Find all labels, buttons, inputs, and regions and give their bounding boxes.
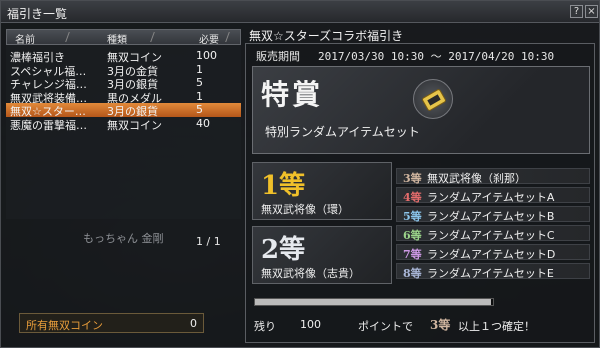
- list-header: 名前 種類 必要: [6, 29, 241, 46]
- lower-prize-item: 無双武将像（刹那）: [427, 172, 526, 185]
- lottery-list: 名前 種類 必要 濃棒福引き 無双コイン 100 スペシャル福… 3月の金貨 1 チャレンジ…: [6, 29, 241, 248]
- lower-prize-row: 6等 ランダムアイテムセットC: [396, 225, 590, 242]
- special-prize-item: 特別ランダムアイテムセット: [265, 125, 420, 139]
- lower-prize-item: ランダムアイテムセットC: [427, 229, 555, 242]
- list-row[interactable]: スペシャル福… 3月の金貨 1: [6, 62, 241, 78]
- first-prize-item: 無双武将像（環）: [261, 203, 349, 216]
- special-prize-title: 特賞: [261, 78, 324, 111]
- list-row[interactable]: 悪魔の雷撃福… 無双コイン 40: [6, 116, 241, 132]
- lower-prize-row: 5等 ランダムアイテムセットB: [396, 206, 590, 223]
- row-required: 40: [196, 116, 210, 130]
- period-value: 2017/03/30 10:30 〜 2017/04/20 10:30: [318, 50, 555, 63]
- sort-name-icon[interactable]: [65, 32, 78, 42]
- sort-required-icon[interactable]: [225, 32, 238, 42]
- lower-prize-row: 3等 無双武将像（刹那）: [396, 168, 590, 185]
- progress-bar: [254, 298, 494, 306]
- lottery-window: 福引き一覧 ? × 名前 種類 必要 濃棒福引き 無双コイン 100 スペシャル福… 3…: [0, 0, 600, 348]
- header-type[interactable]: 種類: [107, 31, 127, 46]
- background-player-text: もっちゃん 金剛: [83, 232, 164, 245]
- row-required: 100: [196, 49, 217, 62]
- ticket-icon: [413, 79, 453, 119]
- window-title: 福引き一覧: [7, 7, 68, 21]
- title-bar[interactable]: 福引き一覧 ? ×: [1, 1, 599, 23]
- lower-prize-row: 8等 ランダムアイテムセットE: [396, 263, 590, 280]
- row-required: 1: [196, 89, 203, 103]
- period-label: 販売期間: [256, 50, 300, 63]
- pager: 1 / 1: [196, 235, 221, 248]
- list-row[interactable]: チャレンジ福… 3月の銀貨 5: [6, 76, 241, 91]
- lower-prize-rank: 4等: [403, 191, 422, 204]
- lower-prize-rank: 3等: [403, 172, 422, 185]
- lower-prize-item: ランダムアイテムセットD: [427, 248, 556, 261]
- special-prize: 特賞 特別ランダムアイテムセット: [252, 66, 590, 154]
- progress-fill: [255, 299, 491, 305]
- owned-coins: 所有無双コイン 0: [19, 313, 204, 333]
- owned-coins-label: 所有無双コイン: [26, 319, 103, 332]
- list-row[interactable]: 濃棒福引き 無双コイン 100: [6, 49, 241, 64]
- row-required: 5: [196, 76, 203, 89]
- header-name[interactable]: 名前: [15, 31, 35, 46]
- list-row[interactable]: 無双☆スター… 3月の銀貨 5: [6, 103, 241, 118]
- second-prize-item: 無双武将像（志貴）: [261, 267, 360, 280]
- row-name: 悪魔の雷撃福…: [10, 118, 87, 132]
- help-button[interactable]: ?: [570, 5, 583, 18]
- row-type: 無双コイン: [107, 118, 162, 132]
- remaining-value: 100: [300, 318, 321, 331]
- remaining-label: 残り: [254, 320, 276, 333]
- confirm-suffix: 以上１つ確定！: [458, 320, 535, 333]
- lower-prize-item: ランダムアイテムセットA: [427, 191, 555, 204]
- close-button[interactable]: ×: [585, 5, 598, 18]
- confirm-text: ポイントで: [358, 320, 413, 333]
- lower-prize-row: 7等 ランダムアイテムセットD: [396, 244, 590, 261]
- row-required: 5: [196, 103, 203, 116]
- list-row[interactable]: 無双武将装備… 黒のメダル 1: [6, 89, 241, 105]
- second-prize-rank: 2等: [261, 235, 306, 265]
- detail-panel: 販売期間 2017/03/30 10:30 〜 2017/04/20 10:30…: [245, 43, 595, 343]
- lower-prize-rank: 7等: [403, 248, 422, 261]
- detail-title: 無双☆スターズコラボ福引き: [249, 29, 404, 43]
- header-required[interactable]: 必要: [199, 31, 219, 46]
- first-prize: 1等 無双武将像（環）: [252, 162, 392, 220]
- confirm-rank: 3等: [430, 318, 451, 332]
- lower-prize-row: 4等 ランダムアイテムセットA: [396, 187, 590, 204]
- row-required: 1: [196, 62, 203, 76]
- lower-prize-rank: 8等: [403, 267, 422, 280]
- lower-prize-rank: 6等: [403, 229, 422, 242]
- list-rows: 濃棒福引き 無双コイン 100 スペシャル福… 3月の金貨 1 チャレンジ福… 3月の銀貨 5 無…: [6, 49, 241, 132]
- owned-coins-value: 0: [190, 317, 197, 330]
- first-prize-rank: 1等: [261, 171, 306, 201]
- lower-prize-item: ランダムアイテムセットB: [427, 210, 555, 223]
- second-prize: 2等 無双武将像（志貴）: [252, 226, 392, 284]
- lower-prize-rank: 5等: [403, 210, 422, 223]
- lower-prize-item: ランダムアイテムセットE: [427, 267, 554, 280]
- sort-type-icon[interactable]: [150, 32, 163, 42]
